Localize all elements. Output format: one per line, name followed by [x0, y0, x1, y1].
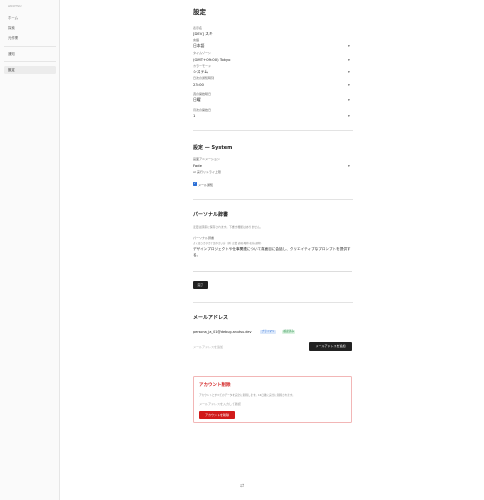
email-section-title: メールアドレス — [193, 315, 229, 321]
chevron-down-icon: ▾ — [348, 70, 350, 74]
timezone-select[interactable]: (GMT+09:00) Tokyo ▾ — [193, 57, 351, 63]
dictionary-field-hint: よく使うカタカナ語や言い方（例: 企業 表現,略称,名前,通称） — [193, 242, 263, 245]
add-email-button[interactable]: メールアドレスを追加 — [309, 342, 352, 351]
dictionary-textarea-value: デザインプロジェクトや仕事関連について真面目に会話し、クリエイティブなプロンプト… — [193, 247, 351, 257]
language-select[interactable]: 日本語 ▾ — [193, 43, 351, 49]
email-notify-label: メール通知 — [198, 182, 214, 187]
dictionary-description: 変更は即座に保存されます。下書き機能はありません。 — [193, 225, 263, 229]
sidebar-divider — [4, 46, 56, 47]
animation-select[interactable]: Fade ▾ — [193, 163, 351, 169]
month-start-value: 1 — [193, 113, 196, 118]
dictionary-section-title: パーソナル辞書 — [193, 212, 229, 218]
section-divider — [193, 130, 353, 131]
sidebar-item-notifications[interactable]: 通知 — [4, 50, 56, 58]
primary-badge: プライマリ — [260, 330, 276, 334]
delete-account-button[interactable]: アカウントを削除 — [199, 411, 235, 419]
system-section-title: 設定 — System — [193, 145, 233, 151]
chevron-down-icon: ▾ — [348, 58, 350, 62]
dictionary-textarea[interactable]: デザインプロジェクトや仕事関連について真面目に会話し、クリエイティブなプロンプト… — [193, 246, 352, 272]
sidebar-divider — [4, 61, 56, 62]
delete-confirm-input[interactable]: メールアドレスを入力して確認 — [199, 402, 241, 406]
timezone-value: (GMT+09:00) Tokyo — [193, 57, 231, 62]
chevron-down-icon: ▾ — [348, 83, 350, 87]
daily-time-value: 23:00 — [193, 82, 204, 87]
daily-time-select[interactable]: 23:00 ▾ — [193, 82, 351, 88]
color-mode-select[interactable]: システム ▾ — [193, 69, 351, 75]
language-value: 日本語 — [193, 43, 205, 48]
display-name-label: 表示名 — [193, 26, 203, 30]
sidebar-item-explore[interactable]: 探索 — [4, 24, 56, 32]
language-label: 言語 — [193, 38, 200, 42]
dictionary-field-label: パーソナル辞書 — [193, 236, 215, 240]
color-mode-value: システム — [193, 69, 209, 74]
page-title: 設定 — [193, 8, 206, 16]
animation-value: Fade — [193, 163, 202, 168]
dictionary-save-button[interactable]: 完了 — [193, 281, 208, 289]
sidebar-item-works[interactable]: 元作業 — [4, 34, 56, 42]
email-address: persona_ja_01@debug.anutsu.dev — [193, 330, 252, 334]
refresh-icon[interactable]: ⇄ — [240, 483, 244, 489]
month-start-label: 月次の開始日 — [193, 108, 212, 112]
animation-label: 画面アニメーション — [193, 157, 220, 161]
chevron-down-icon: ▾ — [348, 44, 350, 48]
sidebar-item-home[interactable]: ホーム — [4, 14, 56, 22]
chevron-down-icon: ▾ — [348, 114, 350, 118]
add-email-input[interactable]: メールアドレスを追加 — [193, 345, 223, 349]
color-mode-label: カラーモード — [193, 64, 212, 68]
verified-badge: 確認済み — [282, 330, 296, 334]
delete-account-title: アカウント削除 — [199, 383, 231, 388]
section-divider — [193, 199, 353, 200]
sidebar-item-settings[interactable]: 設定 — [4, 66, 56, 74]
month-start-select[interactable]: 1 ▾ — [193, 113, 351, 119]
chevron-down-icon: ▾ — [348, 164, 350, 168]
daily-time-label: 日次の通知時刻 — [193, 76, 215, 80]
display-name-input[interactable]: [DEV] スキ — [193, 31, 213, 37]
sidebar: ANUTSU ホーム 探索 元作業 通知 設定 — [0, 0, 60, 500]
delete-account-panel: アカウント削除 アカウントとすべてのデータを完全に削除します。16日後に完全に削… — [193, 376, 352, 423]
section-divider — [193, 302, 353, 303]
timezone-label: タイムゾーン — [193, 51, 211, 55]
week-start-value: 日曜 — [193, 97, 201, 102]
delete-account-description: アカウントとすべてのデータを完全に削除します。16日後に完全に削除されます。 — [199, 394, 295, 397]
ai-retry-label: AI 実行リトライ上限 — [193, 170, 221, 174]
email-notify-checkbox[interactable]: ✓ — [193, 181, 197, 186]
app-logo: ANUTSU — [8, 4, 22, 8]
week-start-select[interactable]: 日曜 ▾ — [193, 97, 351, 103]
week-start-label: 週の開始曜日 — [193, 92, 212, 96]
chevron-down-icon: ▾ — [348, 98, 350, 102]
